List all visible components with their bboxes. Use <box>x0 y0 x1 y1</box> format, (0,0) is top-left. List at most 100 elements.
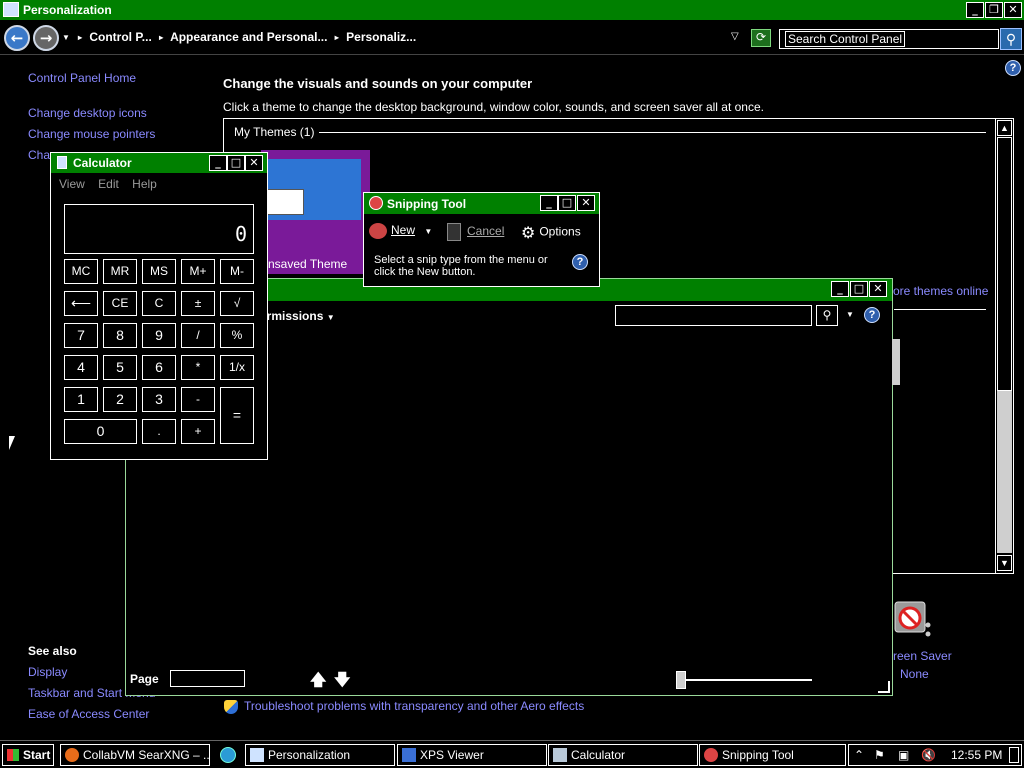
key-percent[interactable]: % <box>220 323 254 348</box>
key-sqrt[interactable]: √ <box>220 291 254 316</box>
unsaved-theme-tile[interactable] <box>261 150 370 274</box>
minimize-button[interactable]: _ <box>209 155 227 171</box>
search-input[interactable]: Search Control Panel <box>779 29 999 49</box>
previous-page-icon[interactable]: 🡅 <box>310 669 326 696</box>
scroll-down-icon[interactable]: ▼ <box>997 555 1012 571</box>
maximize-button[interactable]: □ <box>850 281 868 297</box>
key-1[interactable]: 1 <box>64 387 98 412</box>
search-icon[interactable]: ⚲ <box>816 305 838 326</box>
taskbar-item-calculator[interactable]: Calculator <box>548 744 698 766</box>
troubleshoot-link[interactable]: Troubleshoot problems with transparency … <box>244 699 584 713</box>
menu-edit[interactable]: Edit <box>98 177 119 191</box>
close-button[interactable]: ✕ <box>577 195 595 211</box>
minimize-button[interactable]: _ <box>966 2 984 18</box>
ease-of-access-link[interactable]: Ease of Access Center <box>28 707 149 721</box>
key-6[interactable]: 6 <box>142 355 176 380</box>
help-icon[interactable]: ? <box>572 254 588 270</box>
key-equals[interactable]: = <box>220 387 254 444</box>
crumb-appearance[interactable]: Appearance and Personal... <box>170 30 327 44</box>
minimize-button[interactable]: _ <box>831 281 849 297</box>
clock[interactable]: 12:55 PM <box>951 745 1002 765</box>
key-8[interactable]: 8 <box>103 323 137 348</box>
get-more-themes-link[interactable]: ore themes online <box>893 284 988 298</box>
network-icon[interactable]: ▣ <box>898 745 909 765</box>
permissions-menu[interactable]: ermissions ▼ <box>260 309 335 323</box>
globe-icon[interactable] <box>220 747 236 763</box>
recent-pages-chevron-icon[interactable]: ▼ <box>62 33 70 42</box>
troubleshoot-row[interactable]: Troubleshoot problems with transparency … <box>224 699 584 714</box>
screen-saver-link[interactable]: reen Saver <box>893 649 952 663</box>
page-number-input[interactable] <box>170 670 245 687</box>
address-dropdown-icon[interactable]: ▽ <box>731 31 739 42</box>
back-button[interactable]: ← <box>4 25 30 51</box>
forward-button[interactable]: → <box>33 25 59 51</box>
crumb-control-panel[interactable]: Control P... <box>89 30 151 44</box>
taskbar-item-xps-viewer[interactable]: XPS Viewer <box>397 744 547 766</box>
maximize-button[interactable]: □ <box>558 195 576 211</box>
taskbar-item-snipping-tool[interactable]: Snipping Tool <box>699 744 846 766</box>
control-panel-home-link[interactable]: Control Panel Home <box>28 71 136 85</box>
scroll-thumb[interactable] <box>997 137 1012 391</box>
calculator-titlebar[interactable]: Calculator _ □ ✕ <box>51 153 267 173</box>
show-hidden-icons-icon[interactable]: ⌃ <box>854 745 864 765</box>
key-ms[interactable]: MS <box>142 259 176 284</box>
action-center-flag-icon[interactable]: ⚑ <box>874 745 885 765</box>
search-options-chevron-icon[interactable]: ▼ <box>846 310 854 319</box>
zoom-slider-thumb[interactable] <box>676 671 686 689</box>
window-titlebar[interactable]: Personalization _ ❐ ✕ <box>0 0 1024 20</box>
zoom-slider-track[interactable] <box>682 679 812 681</box>
key-m-plus[interactable]: M+ <box>181 259 215 284</box>
key-backspace[interactable]: ⟵ <box>64 291 98 316</box>
side-panel-tab[interactable] <box>892 339 900 385</box>
key-0[interactable]: 0 <box>64 419 137 444</box>
key-divide[interactable]: / <box>181 323 215 348</box>
minimize-button[interactable]: _ <box>540 195 558 211</box>
key-9[interactable]: 9 <box>142 323 176 348</box>
xps-search-input[interactable] <box>615 305 812 326</box>
key-4[interactable]: 4 <box>64 355 98 380</box>
scroll-up-icon[interactable]: ▲ <box>997 120 1012 136</box>
change-desktop-icons-link[interactable]: Change desktop icons <box>28 106 147 120</box>
themes-scrollbar[interactable]: ▲ ▼ <box>995 119 1013 573</box>
key-m-minus[interactable]: M- <box>220 259 254 284</box>
cancel-button[interactable]: Cancel <box>447 223 504 241</box>
change-mouse-pointers-link[interactable]: Change mouse pointers <box>28 127 155 141</box>
screen-saver-icon[interactable] <box>892 598 932 640</box>
key-multiply[interactable]: * <box>181 355 215 380</box>
taskbar-item-browser[interactable]: CollabVM SearXNG – ... <box>60 744 210 766</box>
key-plus-minus[interactable]: ± <box>181 291 215 316</box>
next-page-icon[interactable]: 🡇 <box>334 669 350 696</box>
chevron-down-icon[interactable]: ▼ <box>424 227 432 236</box>
new-snip-button[interactable]: New ▼ <box>369 223 432 239</box>
close-button[interactable]: ✕ <box>869 281 887 297</box>
help-icon[interactable]: ? <box>864 307 880 323</box>
help-icon[interactable]: ? <box>1005 60 1021 76</box>
volume-muted-icon[interactable]: 🔇 <box>921 745 936 765</box>
start-button[interactable]: Start <box>2 744 54 766</box>
search-icon[interactable]: ⚲ <box>1000 28 1022 50</box>
key-add[interactable]: + <box>181 419 215 444</box>
refresh-button[interactable]: ⟳ <box>751 29 771 47</box>
maximize-button[interactable]: □ <box>227 155 245 171</box>
menu-help[interactable]: Help <box>132 177 157 191</box>
key-5[interactable]: 5 <box>103 355 137 380</box>
key-3[interactable]: 3 <box>142 387 176 412</box>
taskbar-item-personalization[interactable]: Personalization <box>245 744 395 766</box>
key-mr[interactable]: MR <box>103 259 137 284</box>
key-decimal[interactable]: . <box>142 419 176 444</box>
crumb-personalization[interactable]: Personaliz... <box>346 30 416 44</box>
display-link[interactable]: Display <box>28 665 67 679</box>
key-ce[interactable]: CE <box>103 291 137 316</box>
key-c[interactable]: C <box>142 291 176 316</box>
restore-button[interactable]: ❐ <box>985 2 1003 18</box>
options-button[interactable]: ⚙ Options <box>521 223 581 242</box>
key-mc[interactable]: MC <box>64 259 98 284</box>
show-desktop-button[interactable] <box>1009 747 1019 763</box>
close-button[interactable]: ✕ <box>245 155 263 171</box>
close-button[interactable]: ✕ <box>1004 2 1022 18</box>
key-subtract[interactable]: - <box>181 387 215 412</box>
key-reciprocal[interactable]: 1/x <box>220 355 254 380</box>
key-7[interactable]: 7 <box>64 323 98 348</box>
menu-view[interactable]: View <box>59 177 85 191</box>
snipping-tool-titlebar[interactable]: Snipping Tool _ □ ✕ <box>364 193 599 214</box>
